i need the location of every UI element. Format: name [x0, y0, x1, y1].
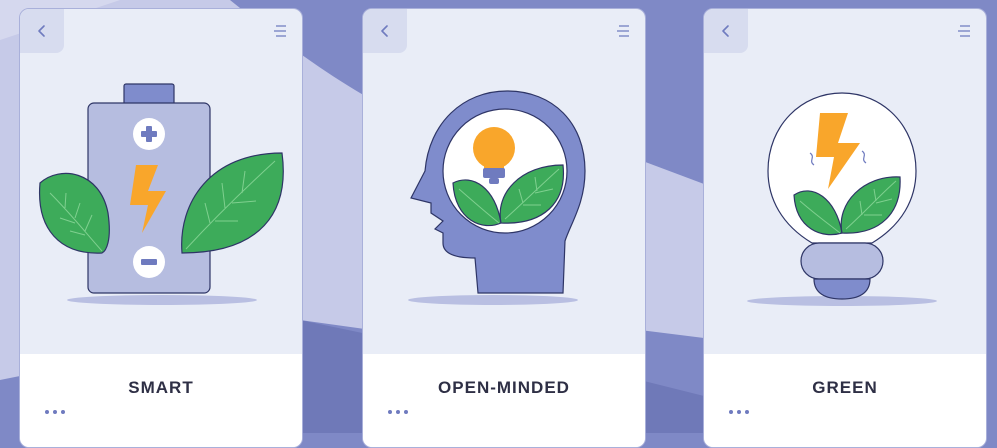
chevron-left-icon — [722, 25, 729, 37]
card-footer: GREEN — [704, 354, 986, 447]
chevron-left-icon — [38, 25, 45, 37]
menu-lines-icon[interactable] — [272, 23, 288, 39]
card-smart[interactable]: SMART — [19, 8, 303, 448]
card-title: SMART — [128, 378, 194, 397]
menu-lines-icon[interactable] — [615, 23, 631, 39]
battery-leaves-illustration — [38, 83, 284, 305]
head-lightbulb-illustration — [408, 90, 586, 305]
card-title: GREEN — [812, 378, 878, 397]
back-button[interactable] — [363, 9, 407, 53]
card-title: OPEN-MINDED — [438, 378, 570, 397]
chevron-left-icon — [381, 25, 388, 37]
back-button[interactable] — [20, 9, 64, 53]
back-button[interactable] — [704, 9, 748, 53]
more-dots-icon[interactable] — [729, 410, 749, 414]
card-footer: SMART — [20, 354, 302, 447]
more-dots-icon[interactable] — [388, 410, 408, 414]
lightbulb-bolt-illustration — [747, 92, 937, 306]
card-open-minded[interactable]: OPEN-MINDED — [362, 8, 646, 448]
menu-lines-icon[interactable] — [956, 23, 972, 39]
more-dots-icon[interactable] — [45, 410, 65, 414]
card-green[interactable]: GREEN — [703, 8, 987, 448]
card-footer: OPEN-MINDED — [363, 354, 645, 447]
